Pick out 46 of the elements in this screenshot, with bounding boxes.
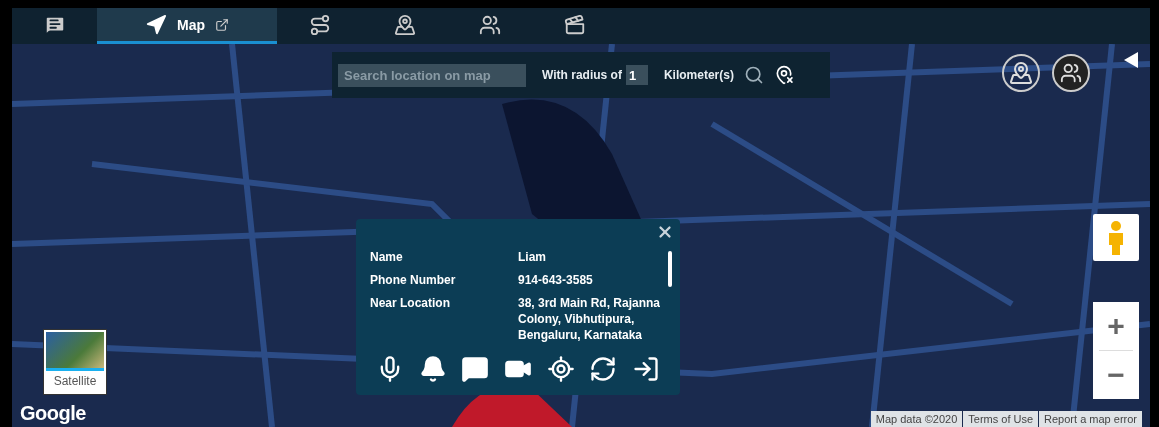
location-pin-button[interactable] — [1002, 54, 1040, 92]
action-button[interactable] — [461, 355, 490, 383]
satellite-thumbnail — [46, 332, 104, 371]
field-value: Liam — [518, 249, 547, 265]
action-button[interactable] — [546, 355, 575, 383]
tab[interactable]: Map — [97, 8, 277, 44]
locate-icon — [546, 355, 575, 383]
radius-label: With radius of — [542, 68, 622, 82]
popout-icon — [215, 17, 229, 32]
bell-icon — [418, 355, 447, 383]
close-icon — [656, 223, 674, 241]
field-value: 914-643-3585 — [518, 272, 594, 288]
unit-label: Kilometer(s) — [663, 68, 734, 82]
tab-label: Map — [177, 16, 205, 33]
radius-field[interactable]: 1 — [625, 65, 648, 85]
field-label: Name — [370, 249, 404, 265]
login-icon — [631, 355, 660, 383]
scrollbar-thumb[interactable] — [668, 251, 672, 287]
field-label: Near Location — [370, 295, 451, 312]
footer-link[interactable]: Terms of Use — [963, 411, 1039, 427]
map-type-label: Satellite — [52, 373, 98, 390]
message-icon — [461, 355, 490, 383]
field-value: 38, 3rd Main Rd, Rajanna Colony, Vibhutipura, Bengaluru, Karnataka — [518, 295, 662, 343]
field-label: Phone Number — [370, 272, 457, 288]
person-icon — [1106, 220, 1126, 255]
navigation-arrow-icon — [145, 13, 167, 36]
refresh-icon — [589, 355, 618, 383]
map-logo: Google — [20, 402, 86, 425]
action-button[interactable] — [631, 355, 660, 383]
action-button[interactable] — [589, 355, 618, 383]
collapse-triangle-icon[interactable] — [1124, 52, 1138, 68]
close-button[interactable] — [656, 223, 674, 241]
map-type-button[interactable]: Satellite — [44, 330, 106, 394]
action-button[interactable] — [418, 355, 447, 383]
group-icon — [478, 13, 501, 36]
footer-link[interactable]: Map data ©2020 — [870, 411, 963, 427]
group-icon — [1060, 62, 1082, 84]
search-icon — [743, 65, 764, 85]
route-icon — [308, 13, 331, 36]
map-pin-icon — [393, 13, 416, 36]
search-field[interactable]: Search location on map — [338, 63, 526, 87]
group-marker-button[interactable] — [1052, 54, 1090, 92]
video-strip-icon — [563, 13, 586, 36]
search-button[interactable] — [743, 65, 764, 85]
footer-link[interactable]: Report a map error — [1039, 411, 1142, 427]
map-pin-icon — [1009, 61, 1033, 85]
